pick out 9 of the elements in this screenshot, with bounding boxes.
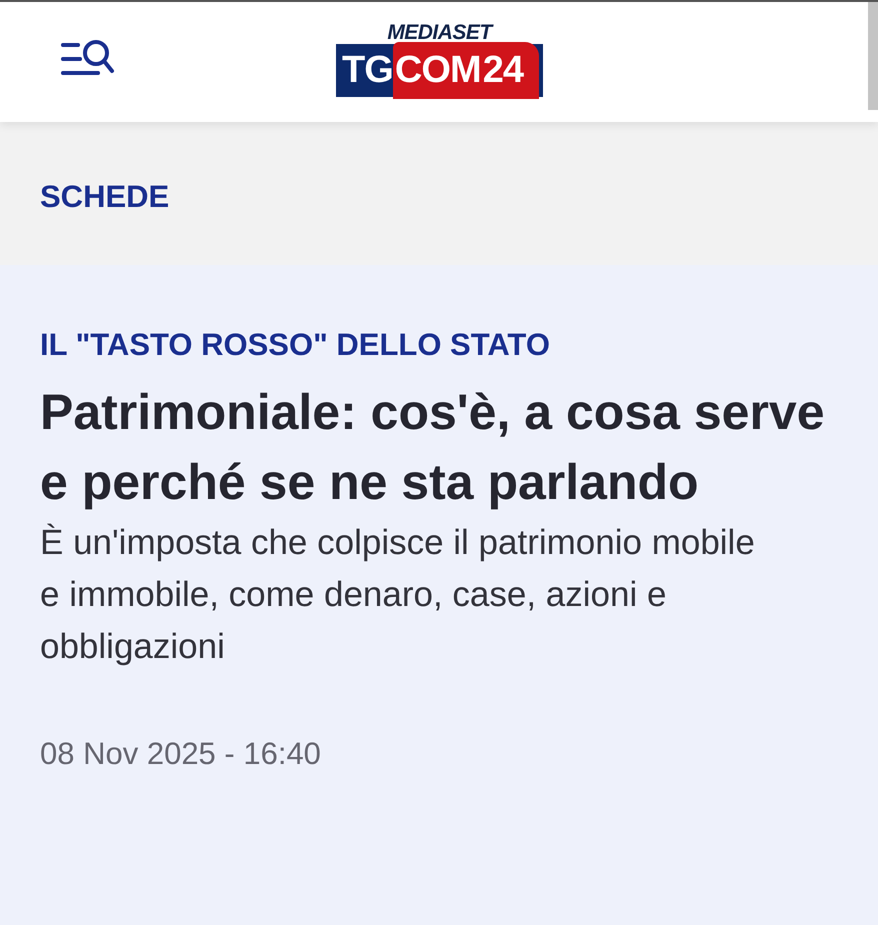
article-title[interactable]: Patrimoniale: cos'è, a cosa serve e perché se ne sta parlando	[40, 377, 830, 517]
article-summary: È un'imposta che colpisce il patrimonio mobile e immobile, come denaro, case, azioni e obbligazioni	[40, 522, 756, 668]
logo-text: TG	[342, 48, 393, 93]
article-kicker: IL "TASTO ROSSO" DELLO STATO	[40, 326, 551, 364]
scrollbar[interactable]	[868, 2, 878, 110]
logo-top-text: MEDIASET	[387, 22, 492, 44]
article-date: 08 Nov 2025 - 16:40	[40, 735, 322, 773]
logo-text: COM	[392, 42, 483, 99]
logo-text: 24	[482, 42, 540, 99]
